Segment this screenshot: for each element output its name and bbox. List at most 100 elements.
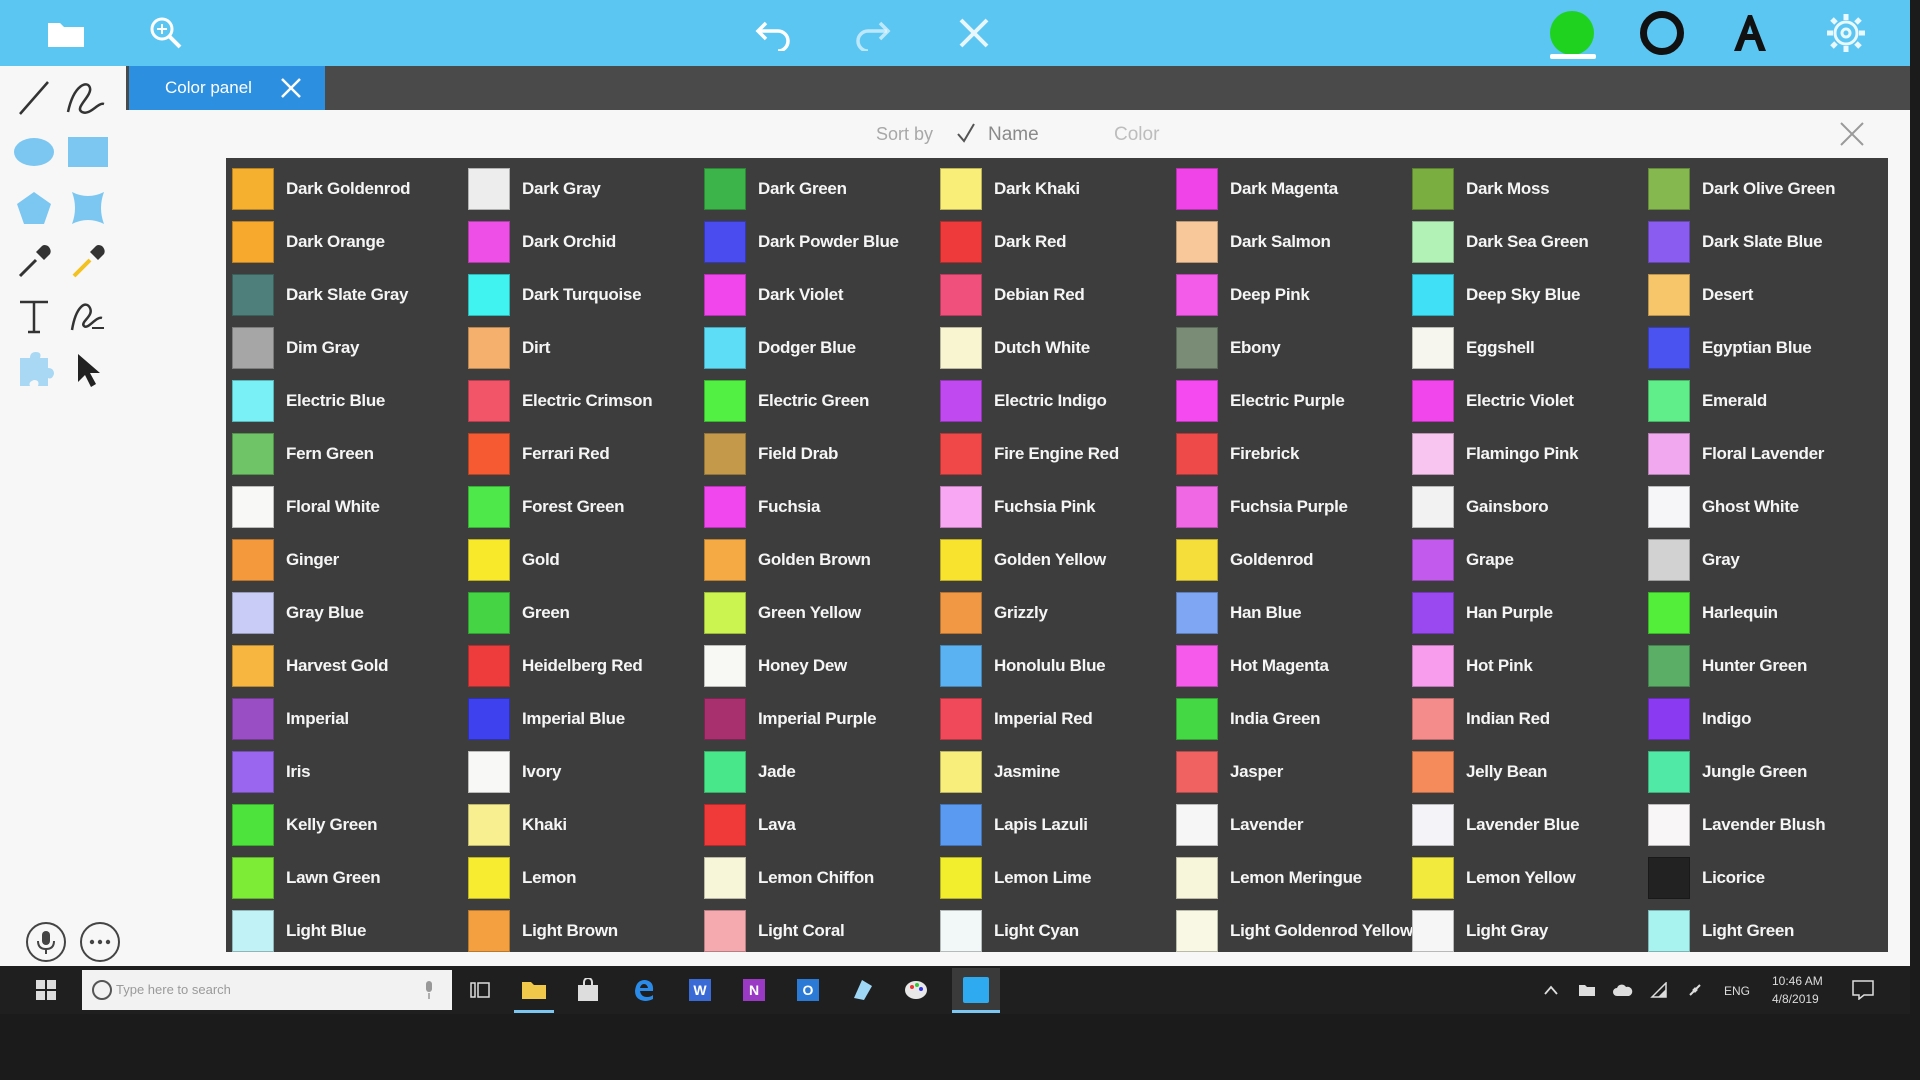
color-item[interactable]: Han Blue: [1176, 586, 1412, 639]
color-item[interactable]: Electric Green: [704, 374, 940, 427]
start-button[interactable]: [26, 972, 66, 1008]
color-item[interactable]: Lemon: [468, 851, 704, 904]
word-button[interactable]: W: [680, 972, 720, 1008]
color-item[interactable]: Dark Orange: [232, 215, 468, 268]
clock-date[interactable]: 4/8/2019: [1772, 992, 1819, 1006]
onenote-button[interactable]: N: [734, 972, 774, 1008]
wifi-button[interactable]: [1644, 972, 1674, 1008]
color-item[interactable]: Lemon Yellow: [1412, 851, 1648, 904]
color-item[interactable]: Lemon Meringue: [1176, 851, 1412, 904]
color-item[interactable]: Egyptian Blue: [1648, 321, 1884, 374]
color-item[interactable]: Dodger Blue: [704, 321, 940, 374]
tab-color-panel[interactable]: Color panel: [129, 66, 325, 110]
color-item[interactable]: Fuchsia Purple: [1176, 480, 1412, 533]
color-item[interactable]: Dark Khaki: [940, 162, 1176, 215]
color-item[interactable]: Imperial Red: [940, 692, 1176, 745]
color-item[interactable]: Forest Green: [468, 480, 704, 533]
color-item[interactable]: Dark Goldenrod: [232, 162, 468, 215]
color-item[interactable]: Harvest Gold: [232, 639, 468, 692]
color-item[interactable]: Lemon Chiffon: [704, 851, 940, 904]
file-explorer-button[interactable]: [514, 972, 554, 1008]
color-item[interactable]: Dark Turquoise: [468, 268, 704, 321]
color-item[interactable]: Dark Powder Blue: [704, 215, 940, 268]
ellipse-tool[interactable]: [10, 128, 58, 176]
color-item[interactable]: Field Drab: [704, 427, 940, 480]
color-item[interactable]: Fire Engine Red: [940, 427, 1176, 480]
color-item[interactable]: Dark Sea Green: [1412, 215, 1648, 268]
color-item[interactable]: Jelly Bean: [1412, 745, 1648, 798]
sort-by-name-option[interactable]: Name: [988, 124, 1039, 146]
color-item[interactable]: Light Blue: [232, 904, 468, 952]
color-item[interactable]: Jasper: [1176, 745, 1412, 798]
color-item[interactable]: Hot Magenta: [1176, 639, 1412, 692]
color-item[interactable]: Dark Salmon: [1176, 215, 1412, 268]
polygon-tool[interactable]: [10, 184, 58, 232]
color-item[interactable]: Light Goldenrod Yellow: [1176, 904, 1413, 952]
rectangle-tool[interactable]: [64, 128, 112, 176]
color-item[interactable]: Heidelberg Red: [468, 639, 704, 692]
free-shape-tool[interactable]: [64, 184, 112, 232]
color-item[interactable]: Lemon Lime: [940, 851, 1176, 904]
color-item[interactable]: Gray Blue: [232, 586, 468, 639]
tray-folder-button[interactable]: [1572, 972, 1602, 1008]
color-item[interactable]: Fuchsia Pink: [940, 480, 1176, 533]
onedrive-button[interactable]: [1608, 972, 1638, 1008]
color-item[interactable]: Floral White: [232, 480, 468, 533]
color-item[interactable]: Dirt: [468, 321, 704, 374]
panel-close-icon[interactable]: [1838, 120, 1866, 148]
color-item[interactable]: Dim Gray: [232, 321, 468, 374]
color-item[interactable]: Han Purple: [1412, 586, 1648, 639]
select-tool[interactable]: [64, 346, 112, 394]
color-item[interactable]: Light Brown: [468, 904, 704, 952]
color-item[interactable]: Floral Lavender: [1648, 427, 1884, 480]
sort-by-color-option[interactable]: Color: [1114, 124, 1159, 146]
close-icon[interactable]: [279, 76, 303, 100]
color-item[interactable]: Lapis Lazuli: [940, 798, 1176, 851]
line-tool[interactable]: [10, 74, 58, 122]
color-item[interactable]: Deep Pink: [1176, 268, 1412, 321]
color-item[interactable]: Hot Pink: [1412, 639, 1648, 692]
color-item[interactable]: Lawn Green: [232, 851, 468, 904]
color-item[interactable]: Dark Magenta: [1176, 162, 1412, 215]
voice-button[interactable]: [26, 922, 66, 962]
color-item[interactable]: Khaki: [468, 798, 704, 851]
color-item[interactable]: Green Yellow: [704, 586, 940, 639]
color-item[interactable]: Gold: [468, 533, 704, 586]
color-item[interactable]: Green: [468, 586, 704, 639]
color-item[interactable]: Ivory: [468, 745, 704, 798]
color-item[interactable]: Electric Indigo: [940, 374, 1176, 427]
color-item[interactable]: Dark Gray: [468, 162, 704, 215]
settings-button[interactable]: [1816, 4, 1876, 62]
color-item[interactable]: Dutch White: [940, 321, 1176, 374]
color-item[interactable]: Dark Slate Blue: [1648, 215, 1884, 268]
store-button[interactable]: [568, 972, 608, 1008]
color-item[interactable]: Lavender Blue: [1412, 798, 1648, 851]
text-tool[interactable]: [10, 292, 58, 340]
stamp-tool[interactable]: [10, 346, 58, 394]
network-button[interactable]: [1680, 972, 1710, 1008]
color-item[interactable]: Electric Blue: [232, 374, 468, 427]
color-item[interactable]: Gray: [1648, 533, 1884, 586]
color-item[interactable]: Jungle Green: [1648, 745, 1884, 798]
color-item[interactable]: Lavender: [1176, 798, 1412, 851]
color-item[interactable]: Fern Green: [232, 427, 468, 480]
color-item[interactable]: Jasmine: [940, 745, 1176, 798]
color-item[interactable]: Gainsboro: [1412, 480, 1648, 533]
text-style-button[interactable]: [1720, 4, 1780, 62]
color-item[interactable]: Lava: [704, 798, 940, 851]
color-item[interactable]: India Green: [1176, 692, 1412, 745]
color-item[interactable]: Grape: [1412, 533, 1648, 586]
color-item[interactable]: Hunter Green: [1648, 639, 1884, 692]
color-item[interactable]: Light Green: [1648, 904, 1884, 952]
task-view-button[interactable]: [460, 972, 500, 1008]
paint-app-button[interactable]: [896, 972, 936, 1008]
color-item[interactable]: Debian Red: [940, 268, 1176, 321]
zoom-button[interactable]: [136, 4, 196, 62]
color-item[interactable]: Imperial Blue: [468, 692, 704, 745]
color-item[interactable]: Dark Red: [940, 215, 1176, 268]
color-item[interactable]: Honolulu Blue: [940, 639, 1176, 692]
color-item[interactable]: Electric Violet: [1412, 374, 1648, 427]
color-item[interactable]: Dark Orchid: [468, 215, 704, 268]
undo-button[interactable]: [744, 4, 804, 62]
color-item[interactable]: Deep Sky Blue: [1412, 268, 1648, 321]
